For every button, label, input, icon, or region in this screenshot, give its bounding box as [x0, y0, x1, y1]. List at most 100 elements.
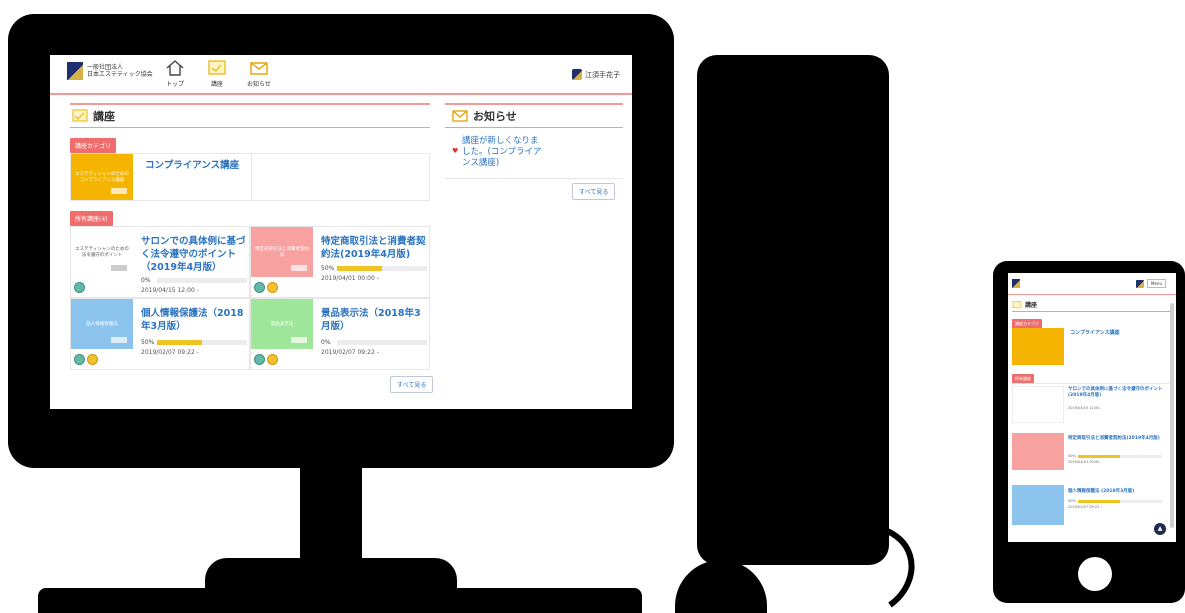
- nav-top-label: トップ: [165, 81, 184, 88]
- mobile-course-title[interactable]: サロンでの具体例に基づく法令遵守のポイント (2019年4月版): [1068, 387, 1164, 399]
- mobile-title-text: 講座: [1025, 302, 1038, 309]
- site-header: 一般社団法人 日本エステティック協会 トップ 講座 お知らせ 江須手花子: [50, 55, 632, 95]
- course-badges: [74, 282, 85, 293]
- course-thumbnail: エステティシャンのための法令遵守のポイント: [71, 227, 133, 277]
- news-panel-title: お知らせ: [452, 108, 517, 124]
- course-progress-bar: [157, 278, 247, 283]
- mobile-course-date: 2019/02/07 09:22 -: [1068, 505, 1102, 509]
- courses-see-all-button[interactable]: すべて見る: [390, 376, 434, 393]
- badge-yellow-icon: [267, 354, 278, 365]
- course-progress-bar: [337, 340, 427, 345]
- course-title[interactable]: サロンでの具体例に基づく法令遵守のポイント（2019年4月版）: [141, 235, 247, 274]
- course-icon: [1012, 300, 1022, 308]
- mobile-course-title[interactable]: 特定商取引法と消費者契約法(2019年4月版): [1068, 436, 1164, 442]
- computer-mouse: [675, 560, 767, 613]
- mobile-course-thumbnail: [1012, 386, 1064, 423]
- mobile-course-thumbnail: [1012, 485, 1064, 525]
- home-icon: [166, 60, 184, 76]
- monitor-neck: [300, 466, 362, 566]
- category-card[interactable]: エステティシャンのためのコンプライアンス講座 コンプライアンス講座: [70, 153, 430, 201]
- course-date: 2019/02/07 09:22 -: [321, 349, 379, 356]
- mobile-course-thumbnail: [1012, 433, 1064, 470]
- badge-green-icon: [254, 282, 265, 293]
- mobile-course-progress-label: 50%: [1068, 499, 1076, 503]
- nav-course[interactable]: 講座: [200, 59, 234, 88]
- course-thumb-text: 景品表示法: [270, 322, 294, 327]
- course-title[interactable]: 景品表示法（2018年3月版）: [321, 307, 429, 333]
- course-thumbnail: 特定商取引法と消費者契約法: [251, 227, 313, 277]
- course-thumb-text: 個人情報保護法: [86, 322, 118, 327]
- badge-yellow-icon: [87, 354, 98, 365]
- course-progress-label: 0%: [321, 339, 331, 346]
- mobile-course-title[interactable]: 個人情報保護法 (2018年3月版): [1068, 489, 1164, 495]
- course-thumbnail: 景品表示法: [251, 299, 313, 349]
- course-badges: [74, 354, 98, 365]
- course-thumbnail: 個人情報保護法: [71, 299, 133, 349]
- course-thumb-text: エステティシャンのための法令遵守のポイント: [75, 247, 129, 258]
- course-icon: [72, 109, 88, 122]
- mobile-menu-button[interactable]: Menu: [1147, 279, 1166, 288]
- news-panel-top-rule: [445, 103, 623, 105]
- badge-yellow-icon: [267, 282, 278, 293]
- site-logo[interactable]: 一般社団法人 日本エステティック協会: [67, 62, 153, 80]
- course-badges: [254, 282, 278, 293]
- badge-green-icon: [254, 354, 265, 365]
- course-badges: [254, 354, 278, 365]
- mouse-cable: [854, 522, 915, 608]
- courses-panel-title: 講座: [72, 108, 115, 124]
- logo-mark-icon: [67, 62, 83, 80]
- news-panel-title-text: お知らせ: [473, 110, 517, 123]
- course-card[interactable]: 個人情報保護法 個人情報保護法（2018年3月版） 50% 2019/02/07…: [70, 298, 250, 370]
- course-card[interactable]: エステティシャンのための法令遵守のポイント サロンでの具体例に基づく法令遵守のポ…: [70, 226, 250, 298]
- enrolled-tag: 所有講座(4): [70, 211, 113, 226]
- nav-news[interactable]: お知らせ: [242, 59, 276, 88]
- news-divider: [445, 178, 623, 179]
- nav-news-label: お知らせ: [247, 81, 271, 88]
- mobile-course-progress-label: 50%: [1068, 454, 1076, 458]
- mobile-category-name[interactable]: コンプライアンス講座: [1070, 329, 1120, 336]
- mobile-header: Menu: [1008, 273, 1176, 295]
- mobile-scrollbar[interactable]: [1170, 303, 1174, 528]
- mobile-course-date: 2019/04/01 00:00 -: [1068, 460, 1102, 464]
- news-panel-rule: [445, 127, 623, 128]
- courses-panel-title-text: 講座: [93, 110, 115, 123]
- heart-icon: ♥: [452, 147, 459, 155]
- phone-screen: Menu 講座 講座カテゴリ コンプライアンス講座 所有講座 サロンでの具体例に…: [1008, 273, 1176, 542]
- nav-course-label: 講座: [210, 81, 223, 88]
- pc-tower: [697, 55, 889, 565]
- news-see-all-button[interactable]: すべて見る: [572, 183, 616, 200]
- course-date: 2019/04/15 12:00 -: [141, 287, 199, 294]
- badge-green-icon: [74, 282, 85, 293]
- logo-mark-icon: [1012, 279, 1020, 288]
- keyboard: [38, 588, 642, 613]
- badge-green-icon: [74, 354, 85, 365]
- course-title[interactable]: 特定商取引法と消費者契約法(2019年4月版): [321, 235, 429, 261]
- desktop-screen: 一般社団法人 日本エステティック協会 トップ 講座 お知らせ 江須手花子 講座 …: [50, 55, 632, 409]
- category-tag: 講座カテゴリ: [70, 138, 117, 153]
- scroll-top-icon[interactable]: ▲: [1154, 523, 1166, 535]
- nav-top[interactable]: トップ: [158, 59, 192, 88]
- category-name[interactable]: コンプライアンス講座: [145, 159, 239, 172]
- user-name: 江須手花子: [585, 70, 620, 79]
- mobile-course-date: 2019/04/15 12:00 -: [1068, 406, 1102, 410]
- course-icon: [208, 60, 226, 75]
- phone-home-button[interactable]: [1078, 557, 1112, 591]
- user-menu[interactable]: 江須手花子: [572, 69, 620, 80]
- user-avatar-icon: [1136, 280, 1144, 288]
- courses-panel-top-rule: [70, 103, 430, 105]
- mail-icon: [452, 110, 468, 122]
- course-card[interactable]: 特定商取引法と消費者契約法 特定商取引法と消費者契約法(2019年4月版) 50…: [250, 226, 430, 298]
- category-thumb-text: エステティシャンのためのコンプライアンス講座: [75, 172, 129, 183]
- course-card[interactable]: 景品表示法 景品表示法（2018年3月版） 0% 2019/02/07 09:2…: [250, 298, 430, 370]
- courses-panel-rule: [70, 127, 430, 128]
- logo-line2: 日本エステティック協会: [87, 71, 153, 78]
- course-date: 2019/04/01 00:00 -: [321, 275, 379, 282]
- news-item[interactable]: 講座が新しくなりました。(コンプライアンス講座): [462, 136, 542, 169]
- mobile-title: 講座: [1012, 300, 1037, 309]
- logo-line1: 一般社団法人: [87, 64, 124, 71]
- course-progress-label: 50%: [321, 265, 335, 272]
- category-thumbnail: エステティシャンのためのコンプライアンス講座: [71, 154, 133, 200]
- course-title[interactable]: 個人情報保護法（2018年3月版）: [141, 307, 249, 333]
- mail-icon: [250, 62, 268, 75]
- course-thumb-text: 特定商取引法と消費者契約法: [255, 247, 309, 258]
